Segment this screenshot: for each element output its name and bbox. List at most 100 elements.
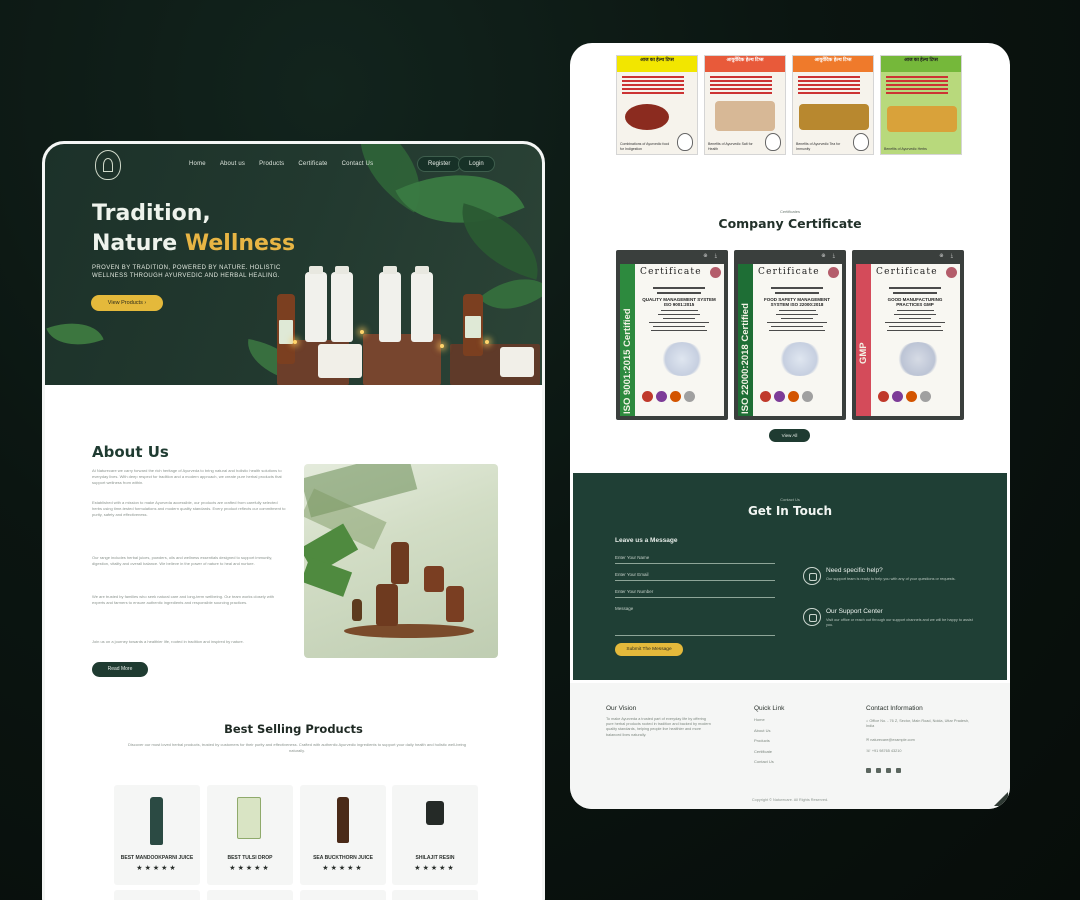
nav-link-products[interactable]: Products — [259, 161, 284, 167]
poster-caption: Benefits of Ayurvedic Herbs — [884, 146, 927, 151]
certificate-card[interactable]: ⊕ ⤓ ISO 22000:2018 Certified Certificate… — [734, 250, 846, 420]
footer-phone[interactable]: +91 98765 43210 — [872, 749, 902, 753]
product-card[interactable]: SEA BUCKTHORN JUICE ★★★★★ — [300, 785, 386, 885]
message-textarea[interactable]: Message — [615, 606, 775, 636]
product-image — [426, 801, 444, 825]
product-card[interactable]: SHILAJIT RESIN ★★★★★ — [392, 785, 478, 885]
product-jar — [318, 344, 362, 378]
certificate-card[interactable]: ⊕ ⤓ ISO 9001:2015 Certified Certificate … — [616, 250, 728, 420]
hero-title-plain: Nature — [92, 231, 185, 256]
about-paragraph: We are trusted by families who seek natu… — [92, 594, 275, 605]
register-button[interactable]: Register — [417, 156, 462, 172]
view-all-button[interactable]: View All — [769, 429, 810, 442]
certificate-band: GMP — [856, 264, 871, 416]
candle-light — [440, 344, 444, 348]
poster-heading: आयुर्वेदिक हेल्थ टिप्स — [705, 56, 785, 72]
help-icon — [803, 567, 821, 585]
certificate-card[interactable]: ⊕ ⤓ GMP Certificate GOOD MANUFACTURING P… — [852, 250, 964, 420]
nav-link-home[interactable]: Home — [189, 161, 206, 167]
footer-quick-title: Quick Link — [754, 705, 785, 712]
site-footer: Our Vision To make Ayurveda a trusted pa… — [570, 683, 1010, 809]
certificate-watermark — [778, 342, 822, 376]
about-paragraph: Join us on a journey towards a healthier… — [92, 639, 244, 644]
product-card[interactable] — [300, 890, 386, 900]
product-card[interactable] — [392, 890, 478, 900]
product-rating: ★★★★★ — [229, 865, 271, 872]
footer-link-products[interactable]: Products — [754, 736, 774, 747]
footer-email[interactable]: naturecare@example.com — [870, 738, 915, 742]
certificate-standard: GOOD MANUFACTURING PRACTICES GMP — [887, 297, 943, 307]
certificate-band: ISO 9001:2015 Certified — [620, 264, 635, 416]
youtube-icon[interactable] — [886, 768, 891, 773]
bottle-label — [279, 320, 293, 344]
about-title: About Us — [92, 443, 169, 461]
certificate-action-icons[interactable]: ⊕ ⤓ — [703, 253, 720, 259]
product-bottle — [305, 272, 327, 342]
poster-image — [799, 104, 869, 130]
support-title: Our Support Center — [826, 608, 883, 615]
health-tip-poster[interactable]: आज का हेल्थ टिप्स Combinations of Ayurve… — [616, 55, 698, 155]
leaf-decoration — [304, 557, 353, 597]
support-text: Visit our office or reach out through ou… — [826, 618, 973, 627]
product-name: SEA BUCKTHORN JUICE — [313, 855, 373, 861]
certificate-action-icons[interactable]: ⊕ ⤓ — [939, 253, 956, 259]
product-image — [150, 797, 163, 845]
contact-eyebrow: Contact Us — [780, 497, 800, 502]
poster-image — [625, 104, 669, 130]
facebook-icon[interactable] — [866, 768, 871, 773]
twitter-icon[interactable] — [876, 768, 881, 773]
product-card[interactable] — [207, 890, 293, 900]
footer-link-home[interactable]: Home — [754, 715, 774, 726]
footer-quick-links: Home About Us Products Certificate Conta… — [754, 715, 774, 768]
product-card[interactable]: BEST TULSI DROP ★★★★★ — [207, 785, 293, 885]
footer-vision-title: Our Vision — [606, 705, 637, 712]
poster-heading: आज का हेल्थ टिप्स — [881, 56, 961, 72]
product-jar — [424, 566, 444, 592]
product-bottle — [391, 542, 409, 584]
poster-seal — [853, 133, 869, 151]
login-button[interactable]: Login — [458, 156, 495, 172]
bottle-cap — [309, 266, 323, 274]
certificate-seal — [946, 267, 957, 278]
product-rating: ★★★★★ — [322, 865, 364, 872]
hero-title-line2: Nature Wellness — [92, 229, 295, 259]
product-bottle — [331, 272, 353, 342]
help-title: Need specific help? — [826, 567, 883, 574]
view-products-button[interactable]: View Products › — [91, 295, 163, 311]
certificate-band: ISO 22000:2018 Certified — [738, 264, 753, 416]
nav-link-about[interactable]: About us — [220, 161, 245, 167]
certificate-paper: ISO 22000:2018 Certified Certificate FOO… — [738, 264, 842, 416]
health-tip-poster[interactable]: आयुर्वेदिक हेल्थ टिप्स Benefits of Ayurv… — [704, 55, 786, 155]
name-input[interactable]: Enter Your Name — [615, 555, 775, 564]
best-selling-subtitle: Discover our most loved herbal products,… — [127, 742, 467, 753]
certificate-action-icons[interactable]: ⊕ ⤓ — [821, 253, 838, 259]
phone-input[interactable]: Enter Your Number — [615, 589, 775, 598]
footer-link-certificate[interactable]: Certificate — [754, 747, 774, 758]
candle-light — [360, 330, 364, 334]
nav-link-contact[interactable]: Contact Us — [342, 161, 374, 167]
poster-caption: Combinations of Ayurvedic food for Indig… — [620, 142, 670, 151]
read-more-button[interactable]: Read More — [92, 662, 148, 677]
submit-message-button[interactable]: Submit The Message — [615, 643, 683, 656]
certificate-watermark — [660, 342, 704, 376]
health-tip-poster[interactable]: आज का हेल्थ टिप्स Benefits of Ayurvedic … — [880, 55, 962, 155]
instagram-icon[interactable] — [896, 768, 901, 773]
nav-link-certificate[interactable]: Certificate — [298, 161, 327, 167]
certificate-heading: Certificate — [758, 267, 820, 277]
poster-image — [715, 101, 775, 131]
brand-logo[interactable] — [95, 150, 121, 180]
subpage-preview-card: आज का हेल्थ टिप्स Combinations of Ayurve… — [570, 43, 1010, 809]
footer-link-contact[interactable]: Contact Us — [754, 757, 774, 768]
footer-link-about[interactable]: About Us — [754, 726, 774, 737]
top-navigation: Home About us Products Certificate Conta… — [45, 144, 542, 184]
product-image — [337, 797, 349, 843]
email-input[interactable]: Enter Your Email — [615, 572, 775, 581]
health-tip-poster[interactable]: आयुर्वेदिक हेल्थ टिप्स Benefits of Ayurv… — [792, 55, 874, 155]
poster-caption: Benefits of Ayurvedic Salt for Health — [708, 142, 753, 151]
poster-image — [887, 106, 957, 132]
contact-form-title: Leave us a Message — [615, 537, 678, 544]
contact-title: Get In Touch — [747, 504, 833, 518]
product-card[interactable] — [114, 890, 200, 900]
candle-light — [485, 340, 489, 344]
product-card[interactable]: BEST MANDOOKPARNI JUICE ★★★★★ — [114, 785, 200, 885]
